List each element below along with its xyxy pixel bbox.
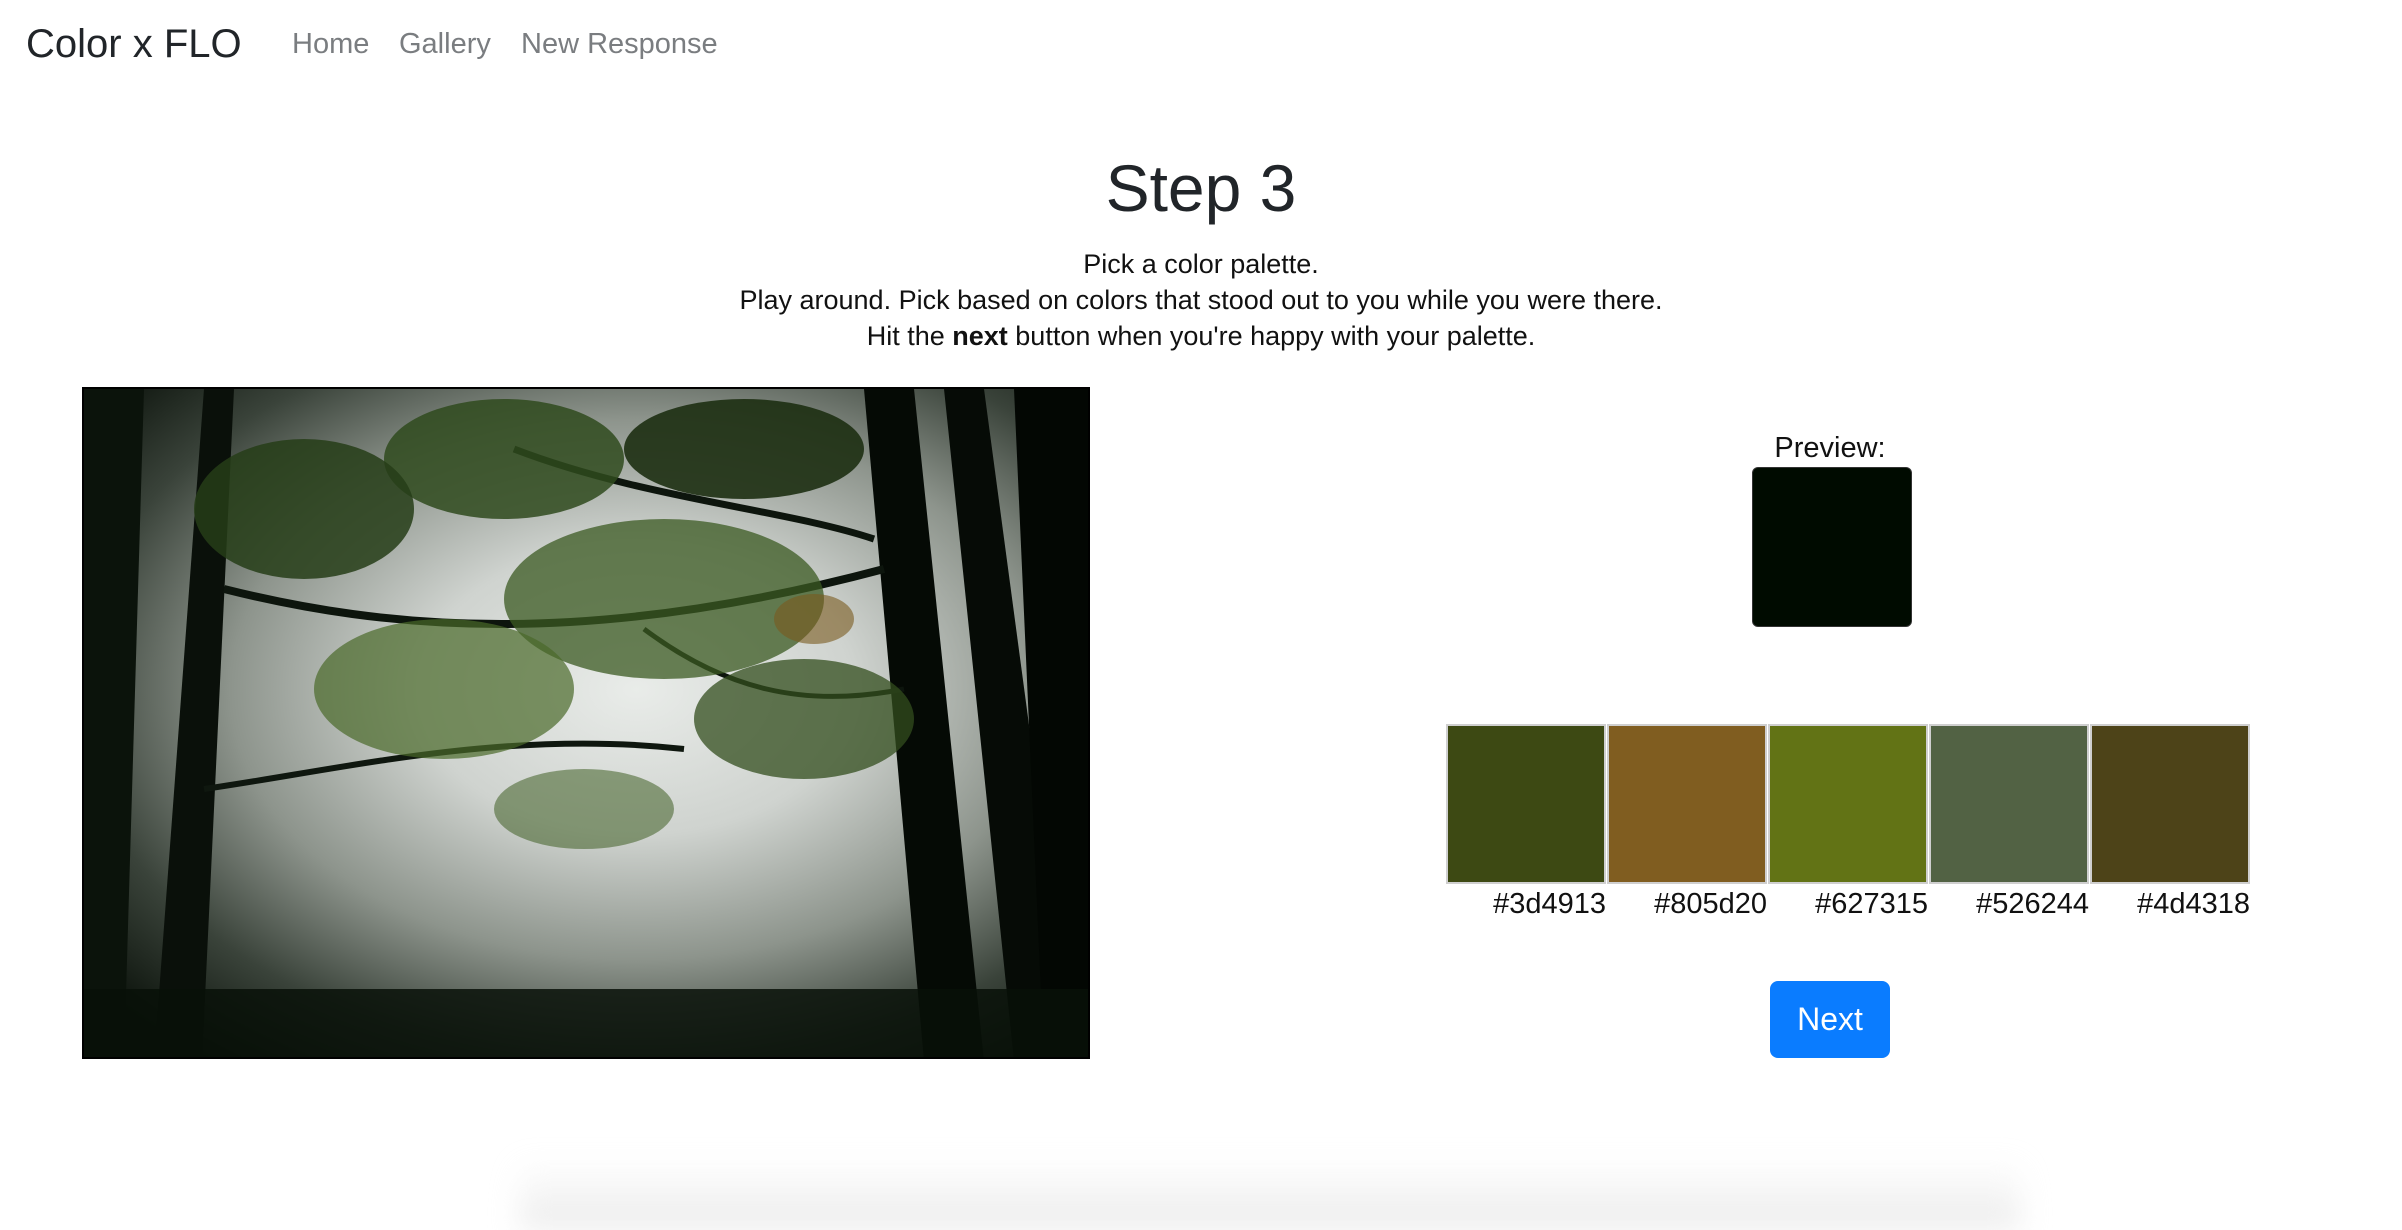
- instruction-line-3: Hit the next button when you're happy wi…: [0, 318, 2402, 354]
- palette-swatch-5[interactable]: [2090, 724, 2250, 884]
- instruction-line-2: Play around. Pick based on colors that s…: [739, 285, 1663, 315]
- instruction-next-emphasis: next: [952, 321, 1008, 351]
- instruction-text-before: Hit the: [866, 321, 953, 351]
- brand-logo-link[interactable]: Color x FLO: [26, 18, 242, 70]
- forest-illustration: [84, 389, 1088, 1057]
- nav-link-home[interactable]: Home: [292, 26, 369, 62]
- palette-hex-1: #3d4913: [1493, 888, 1606, 920]
- preview-label: Preview:: [1774, 432, 1886, 464]
- palette-swatch-1[interactable]: [1446, 724, 1606, 884]
- palette-swatch-4[interactable]: [1929, 724, 2089, 884]
- forest-photo[interactable]: [82, 387, 1090, 1059]
- bottom-shadow: [520, 1160, 2020, 1230]
- next-button[interactable]: Next: [1770, 981, 1890, 1058]
- palette-swatch-2[interactable]: [1607, 724, 1767, 884]
- preview-swatch: [1752, 467, 1912, 627]
- instruction-text-after: button when you're happy with your palet…: [1007, 321, 1536, 351]
- page-title: Step 3: [1105, 151, 1297, 225]
- palette-hex-4: #526244: [1976, 888, 2089, 920]
- instruction-line-1: Pick a color palette.: [1083, 249, 1319, 279]
- nav-link-new-response[interactable]: New Response: [521, 26, 718, 62]
- palette-hex-5: #4d4318: [2137, 888, 2250, 920]
- nav-link-gallery[interactable]: Gallery: [399, 26, 491, 62]
- top-navbar: Color x FLO Home Gallery New Response: [0, 0, 2402, 90]
- palette-hex-2: #805d20: [1654, 888, 1767, 920]
- palette-swatch-3[interactable]: [1768, 724, 1928, 884]
- palette-hex-3: #627315: [1815, 888, 1928, 920]
